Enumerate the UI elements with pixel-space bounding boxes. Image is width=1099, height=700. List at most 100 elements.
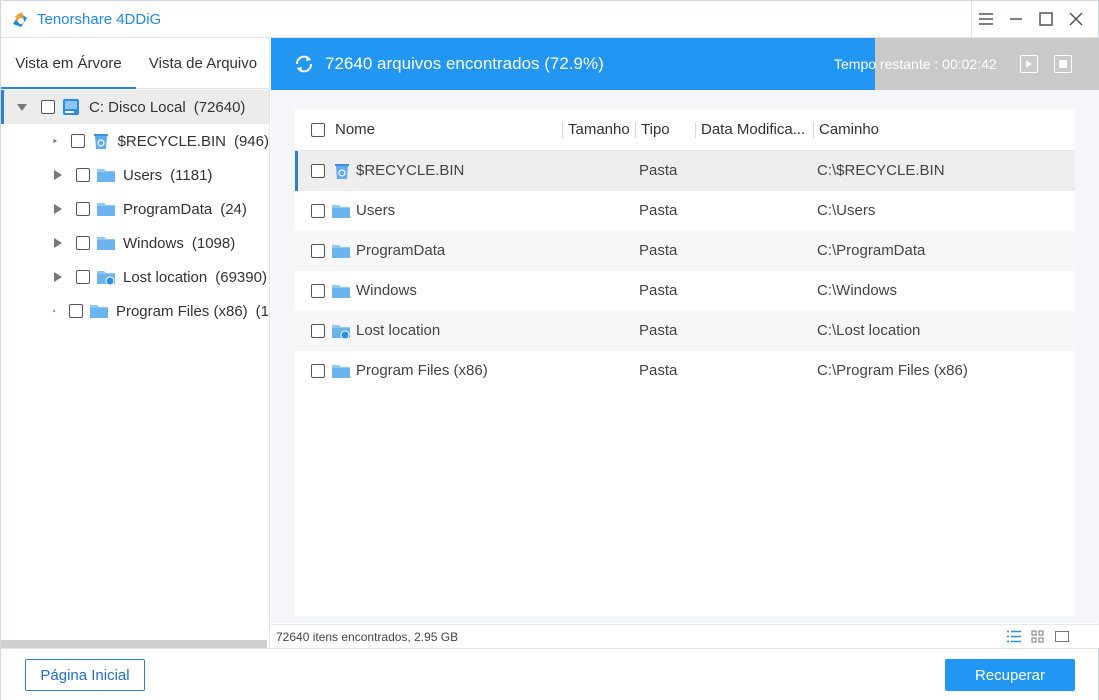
checkbox[interactable]	[311, 324, 325, 338]
checkbox[interactable]	[68, 304, 83, 318]
status-bar: 72640 itens encontrados, 2.95 GB	[271, 624, 1099, 648]
tree-item-label: Lost location	[123, 268, 208, 286]
file-type: Pasta	[639, 322, 678, 339]
checkbox[interactable]	[311, 364, 325, 378]
file-type: Pasta	[639, 282, 678, 299]
tree-item-count: (72640)	[193, 98, 246, 116]
checkbox[interactable]	[311, 244, 325, 258]
scan-status-text: 72640 arquivos encontrados (72.9%)	[325, 54, 604, 73]
column-separator[interactable]	[562, 122, 563, 138]
checkbox[interactable]	[311, 284, 325, 298]
caret-down-icon[interactable]	[17, 102, 27, 112]
caret-right-icon[interactable]	[53, 306, 56, 316]
file-path: C:\Windows	[817, 282, 898, 299]
folder-icon	[97, 237, 115, 250]
lost-folder-icon	[97, 271, 115, 286]
checkbox[interactable]	[41, 100, 55, 114]
list-view-icon[interactable]	[1007, 630, 1021, 643]
column-separator[interactable]	[813, 122, 814, 138]
table-row[interactable]: $RECYCLE.BIN Pasta C:\$RECYCLE.BIN	[295, 151, 1075, 191]
folder-icon	[97, 169, 115, 182]
tree-item-windows[interactable]: Windows (1098)	[1, 226, 269, 260]
checkbox[interactable]	[76, 236, 90, 250]
file-path: C:\Lost location	[817, 322, 921, 339]
caret-right-icon[interactable]	[53, 136, 58, 146]
title-bar: Tenorshare 4DDiG	[1, 1, 1098, 38]
column-size[interactable]: Tamanho	[568, 109, 630, 151]
checkbox[interactable]	[76, 270, 90, 284]
app-window: Tenorshare 4DDiG Vista em Árvore Vista d…	[0, 0, 1099, 700]
tree-item-root[interactable]: C: Disco Local (72640)	[1, 90, 269, 124]
tree-item-count: (24)	[220, 200, 247, 218]
checkbox[interactable]	[311, 164, 325, 178]
grid-view-icon[interactable]	[1031, 630, 1045, 643]
checkbox[interactable]	[70, 134, 85, 148]
recover-button[interactable]: Recuperar	[945, 659, 1075, 691]
tree-item-label: $RECYCLE.BIN	[117, 132, 226, 150]
caret-right-icon[interactable]	[53, 238, 63, 248]
recycle-bin-icon	[335, 164, 349, 179]
tree-item-users[interactable]: Users (1181)	[1, 158, 269, 192]
checkbox[interactable]	[76, 202, 90, 216]
refresh-icon	[296, 55, 312, 73]
file-path: C:\ProgramData	[817, 242, 926, 259]
tree-item-program-files-x86[interactable]: Program Files (x86) (1	[1, 294, 269, 328]
file-name: ProgramData	[356, 242, 446, 259]
stop-icon[interactable]	[1054, 55, 1072, 73]
caret-right-icon[interactable]	[53, 272, 63, 282]
column-name[interactable]: Nome	[335, 109, 375, 151]
file-type: Pasta	[639, 202, 678, 219]
select-all-checkbox[interactable]	[311, 123, 325, 137]
checkbox[interactable]	[76, 168, 90, 182]
folder-icon	[332, 205, 350, 218]
tree-item-recycle-bin[interactable]: $RECYCLE.BIN (946)	[1, 124, 269, 158]
table-row[interactable]: Program Files (x86) Pasta C:\Program Fil…	[295, 351, 1075, 391]
column-date-modified[interactable]: Data Modifica...	[701, 109, 805, 151]
folder-icon	[332, 365, 350, 378]
drive-icon	[63, 99, 79, 115]
table-row[interactable]: Users Pasta C:\Users	[295, 191, 1075, 231]
column-separator[interactable]	[635, 122, 636, 138]
caret-right-icon[interactable]	[53, 170, 63, 180]
file-name: Lost location	[356, 322, 441, 339]
preview-view-icon[interactable]	[1055, 630, 1069, 643]
file-name: Windows	[356, 282, 417, 299]
close-icon[interactable]	[1066, 9, 1086, 29]
tab-tree-view[interactable]: Vista em Árvore	[1, 38, 136, 89]
caret-right-icon[interactable]	[53, 204, 63, 214]
maximize-icon[interactable]	[1036, 9, 1056, 29]
column-path[interactable]: Caminho	[819, 109, 879, 151]
file-path: C:\$RECYCLE.BIN	[817, 162, 945, 179]
tree-item-lost-location[interactable]: Lost location (69390)	[1, 260, 269, 294]
file-table: Nome Tamanho Tipo Data Modifica... Camin…	[295, 109, 1075, 616]
lost-folder-icon	[332, 325, 350, 340]
table-row[interactable]: Windows Pasta C:\Windows	[295, 271, 1075, 311]
folder-icon	[89, 305, 108, 318]
tree-item-label: ProgramData	[123, 200, 213, 218]
menu-icon[interactable]	[976, 9, 996, 29]
column-separator[interactable]	[695, 122, 696, 138]
title-separator	[971, 1, 972, 38]
column-type[interactable]: Tipo	[641, 109, 670, 151]
tree-item-count: (946)	[233, 132, 269, 150]
play-icon[interactable]	[1020, 55, 1038, 73]
horizontal-scrollbar[interactable]	[1, 640, 267, 648]
left-panel: Vista em Árvore Vista de Arquivo C: Disc…	[1, 38, 270, 648]
app-title: Tenorshare 4DDiG	[37, 11, 162, 28]
scan-progress-bar: 72640 arquivos encontrados (72.9%) Tempo…	[271, 38, 1099, 90]
tab-file-view[interactable]: Vista de Arquivo	[136, 38, 270, 89]
checkbox[interactable]	[311, 204, 325, 218]
tree-item-label: Users	[123, 166, 163, 184]
table-row[interactable]: Lost location Pasta C:\Lost location	[295, 311, 1075, 351]
recycle-bin-icon	[93, 134, 108, 149]
footer: Página Inicial Recuperar	[1, 648, 1098, 700]
time-remaining: Tempo restante : 00:02:42	[834, 56, 997, 72]
minimize-icon[interactable]	[1006, 9, 1026, 29]
logo-icon	[13, 12, 27, 27]
tree-item-programdata[interactable]: ProgramData (24)	[1, 192, 269, 226]
tree-item-count: (1181)	[170, 166, 213, 184]
table-row[interactable]: ProgramData Pasta C:\ProgramData	[295, 231, 1075, 271]
home-page-button[interactable]: Página Inicial	[25, 659, 145, 691]
tree-item-label: Program Files (x86)	[115, 302, 248, 320]
folder-icon	[97, 203, 115, 216]
